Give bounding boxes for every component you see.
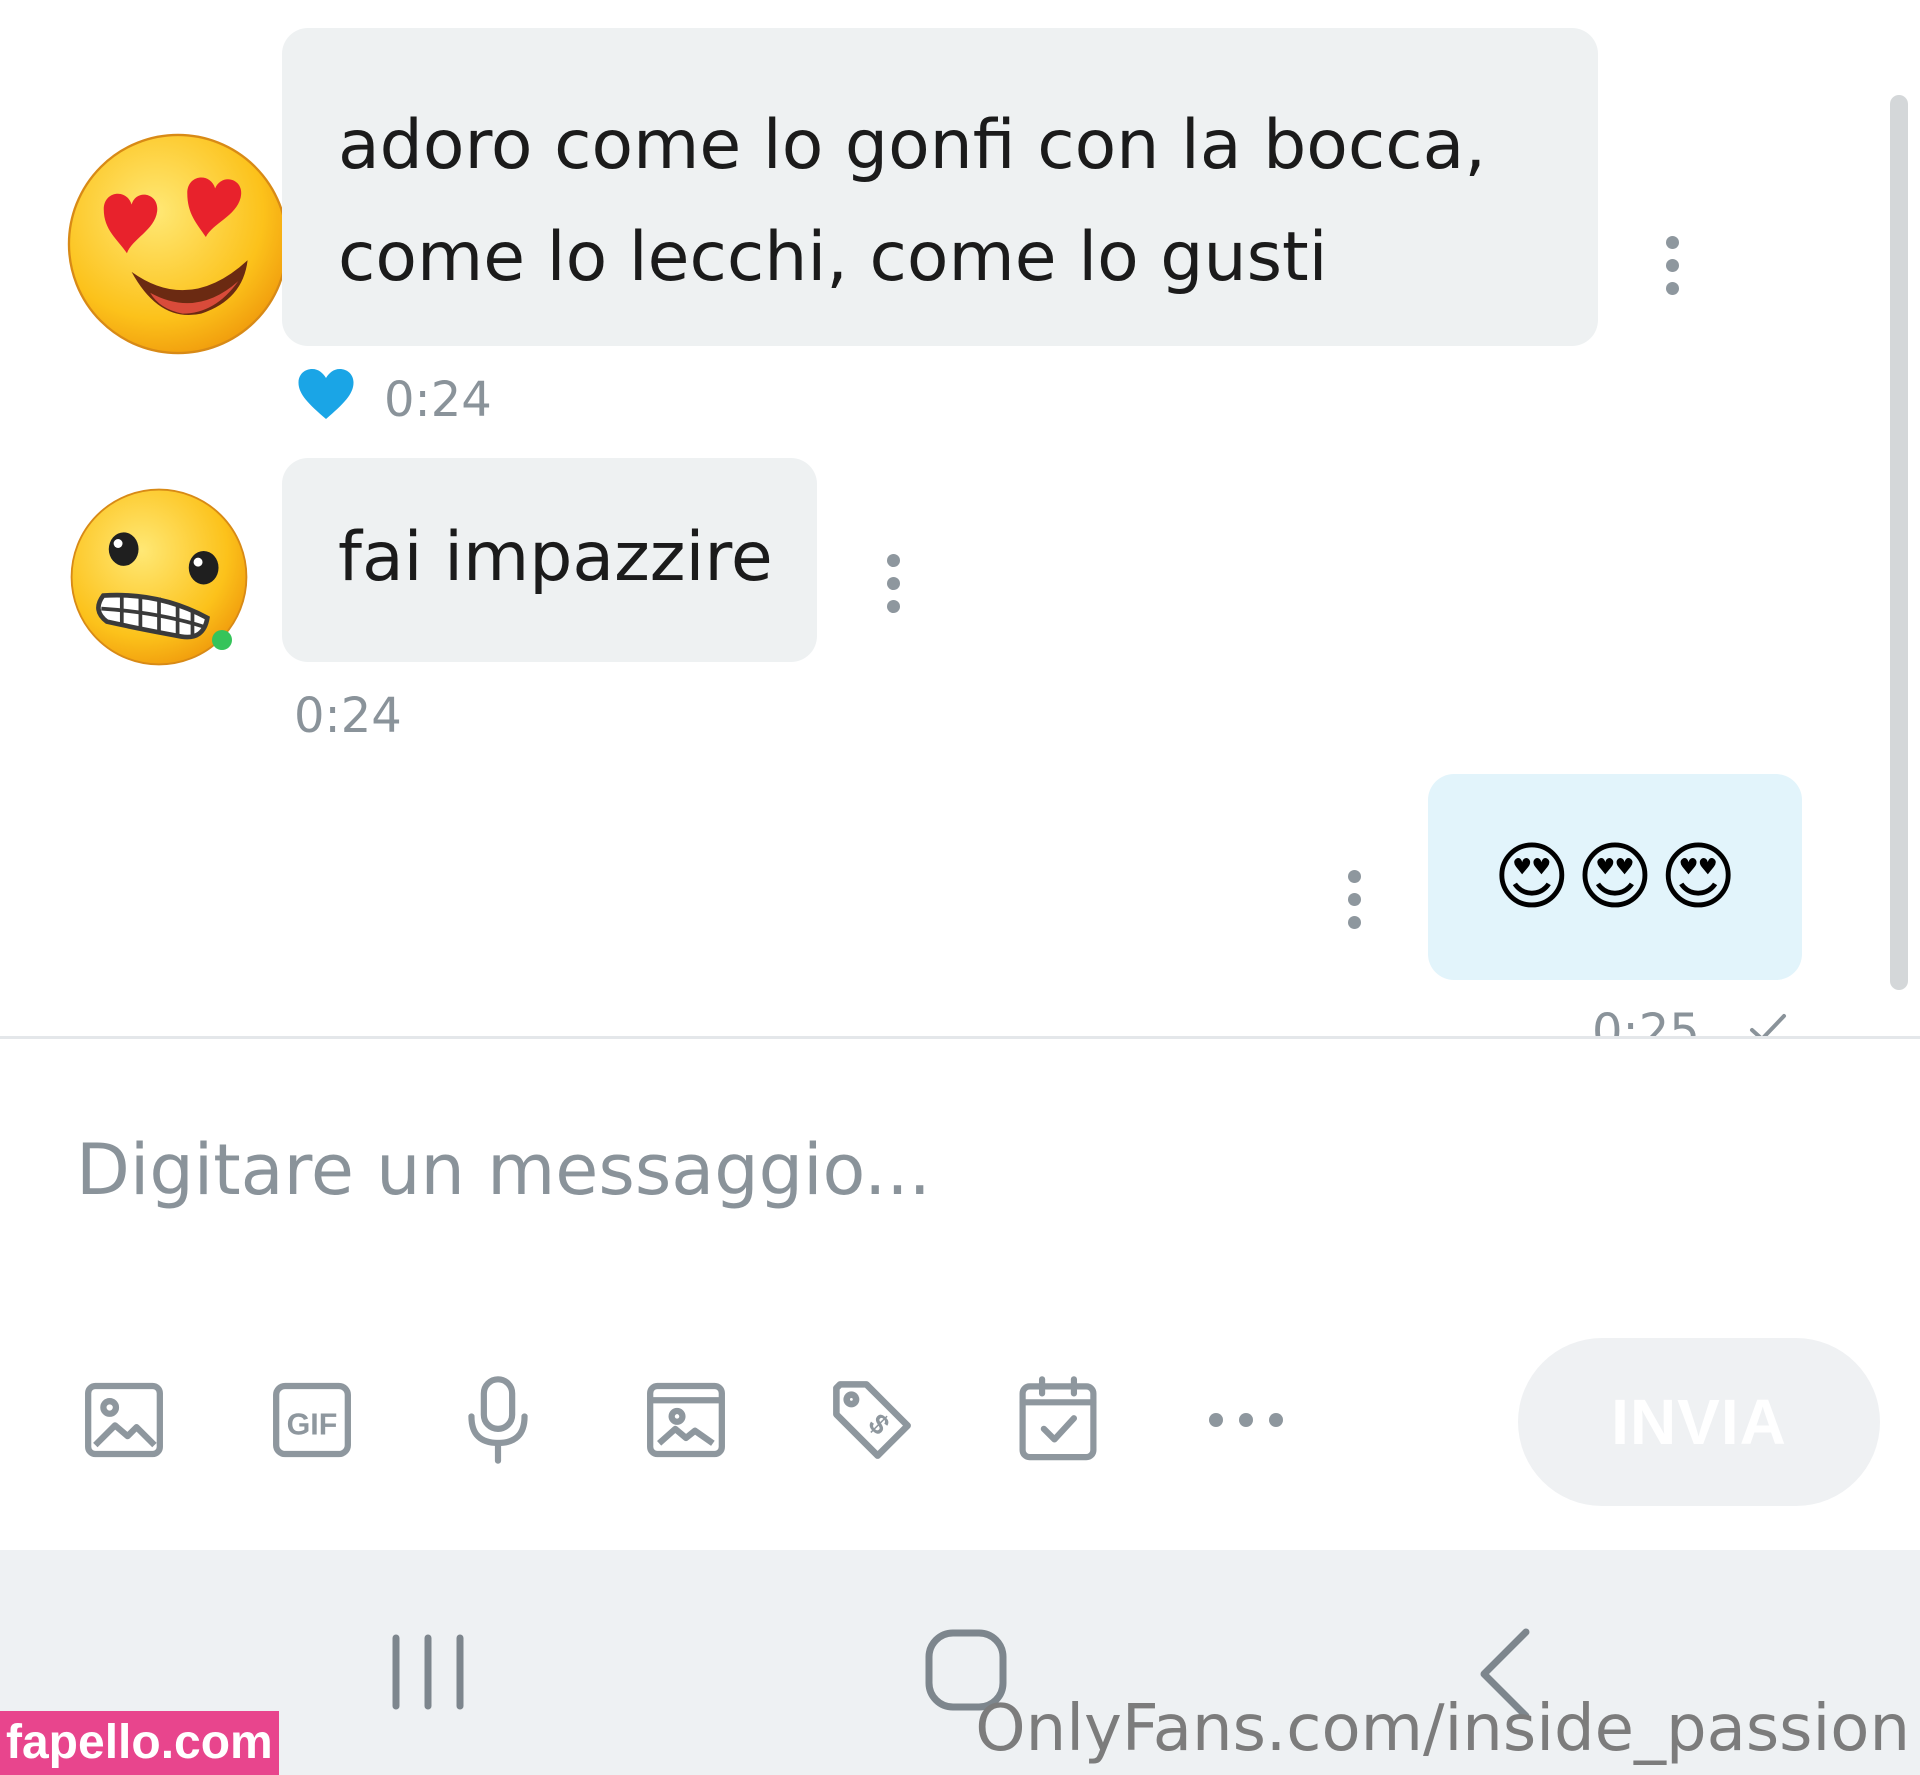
watermark-fapello: fapello.com bbox=[0, 1711, 279, 1775]
emoji: 😍 bbox=[1493, 834, 1571, 920]
scrollbar[interactable] bbox=[1890, 95, 1908, 990]
message-text-line: adoro come lo gonfi con la bocca, bbox=[338, 106, 1486, 185]
heart-eyes-emoji-avatar bbox=[67, 133, 289, 355]
liked-heart-icon[interactable] bbox=[296, 366, 356, 422]
message-timestamp: 0:24 bbox=[384, 372, 492, 428]
online-status-dot bbox=[212, 630, 232, 650]
calendar-check-icon[interactable] bbox=[1008, 1370, 1108, 1470]
emoji: 😍 bbox=[1576, 834, 1654, 920]
media-vault-icon[interactable] bbox=[636, 1370, 736, 1470]
emoji: 😍 bbox=[1659, 834, 1737, 920]
message-options-icon[interactable] bbox=[1665, 236, 1679, 295]
message-text-line: come lo lecchi, come lo gusti bbox=[338, 218, 1328, 297]
price-tag-icon[interactable]: $ bbox=[822, 1370, 922, 1470]
microphone-icon[interactable] bbox=[448, 1370, 548, 1470]
message-thread[interactable]: adoro come lo gonfi con la bocca, come l… bbox=[0, 0, 1920, 1037]
send-button[interactable]: INVIA bbox=[1518, 1338, 1880, 1506]
incoming-message-bubble[interactable]: fai impazzire bbox=[282, 458, 817, 662]
incoming-message-bubble[interactable]: adoro come lo gonfi con la bocca, come l… bbox=[282, 28, 1598, 346]
more-icon[interactable] bbox=[1196, 1370, 1296, 1470]
svg-text:GIF: GIF bbox=[287, 1407, 338, 1441]
message-options-icon[interactable] bbox=[886, 554, 900, 613]
image-icon[interactable] bbox=[74, 1370, 174, 1470]
divider bbox=[0, 1036, 1920, 1039]
recent-apps-icon[interactable] bbox=[388, 1632, 468, 1712]
message-text: fai impazzire bbox=[338, 518, 773, 597]
gif-icon[interactable]: GIF bbox=[262, 1370, 362, 1470]
message-timestamp: 0:25 bbox=[1592, 1004, 1700, 1037]
message-timestamp: 0:24 bbox=[294, 688, 402, 744]
message-options-icon[interactable] bbox=[1347, 870, 1361, 929]
watermark-onlyfans: OnlyFans.com/inside_passion bbox=[975, 1692, 1910, 1766]
sent-check-icon bbox=[1750, 1014, 1786, 1037]
message-input[interactable] bbox=[76, 1120, 1576, 1220]
outgoing-message-bubble[interactable]: 😍 😍 😍 bbox=[1428, 774, 1802, 980]
